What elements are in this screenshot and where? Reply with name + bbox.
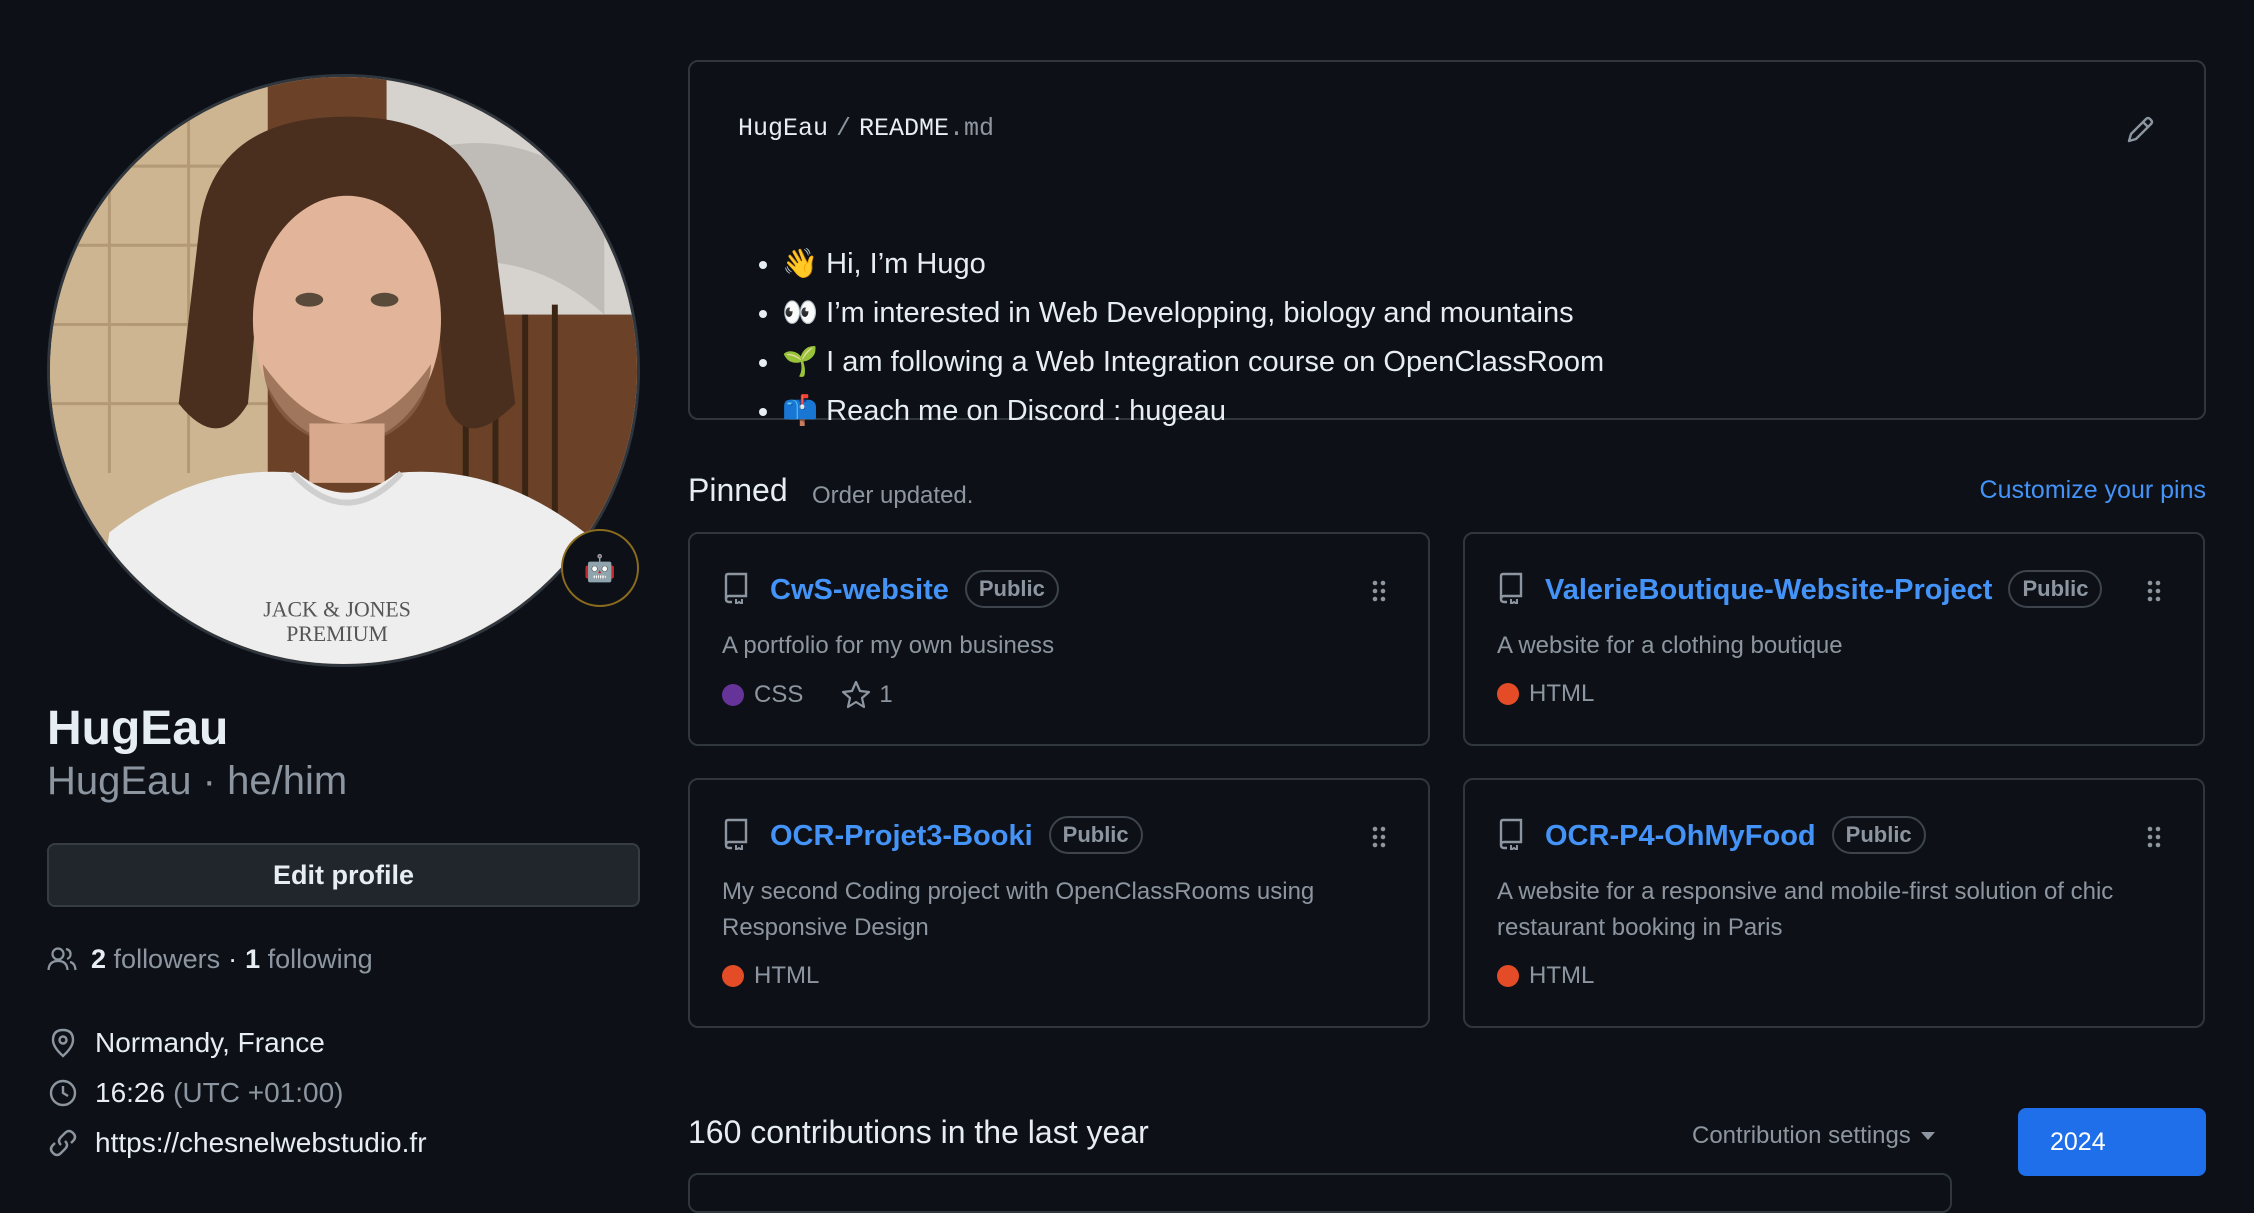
followers-count: 2 xyxy=(91,943,107,974)
robot-icon: 🤖 xyxy=(583,552,617,583)
repo-link[interactable]: OCR-Projet3-Booki xyxy=(770,820,1033,852)
edit-profile-button[interactable]: Edit profile xyxy=(47,843,640,907)
star-icon xyxy=(842,680,871,709)
language-color-dot xyxy=(1497,965,1519,987)
readme-item-interests: 👀 I’m interested in Web Developping, bio… xyxy=(782,289,1604,338)
location-pin-icon xyxy=(51,1028,75,1058)
readme-file-base[interactable]: README xyxy=(859,114,949,143)
website-link[interactable]: https://chesnelwebstudio.fr xyxy=(95,1127,427,1159)
pinned-repo-card: CwS-website Public A portfolio for my own… xyxy=(688,532,1430,746)
drag-handle-icon[interactable] xyxy=(1372,580,1386,602)
drag-handle-icon[interactable] xyxy=(1372,826,1386,848)
drag-handle-icon[interactable] xyxy=(2147,826,2161,848)
repo-link[interactable]: ValerieBoutique-Website-Project xyxy=(1545,574,1992,606)
readme-item-contact: 📫 Reach me on Discord : hugeau xyxy=(782,387,1604,436)
language-color-dot xyxy=(722,684,744,706)
profile-sidebar: JACK & JONES PREMIUM 🤖 HugEau HugEau · h… xyxy=(47,74,640,1168)
repo-meta: HTML xyxy=(1497,962,1594,990)
contribution-calendar xyxy=(688,1173,1952,1213)
profile-details: Normandy, France 16:26 (UTC +01:00) http… xyxy=(47,1018,640,1168)
contributions-title: 160 contributions in the last year xyxy=(688,1114,1149,1150)
repo-meta: HTML xyxy=(722,962,819,990)
local-time: 16:26 xyxy=(95,1077,166,1108)
stars-link[interactable]: 1 xyxy=(841,680,893,710)
repo-link[interactable]: OCR-P4-OhMyFood xyxy=(1545,820,1816,852)
readme-item-greeting: 👋 Hi, I’m Hugo xyxy=(782,240,1604,289)
repo-description: A website for a clothing boutique xyxy=(1497,632,1843,659)
repo-link[interactable]: CwS-website xyxy=(770,574,949,606)
readme-path: HugEau / README.md xyxy=(738,114,994,143)
visibility-badge: Public xyxy=(1048,816,1143,854)
profile-display-name: HugEau xyxy=(47,702,229,755)
avatar[interactable]: JACK & JONES PREMIUM xyxy=(47,74,640,667)
avatar-container: JACK & JONES PREMIUM 🤖 xyxy=(47,74,640,667)
edit-readme-button[interactable] xyxy=(2124,114,2156,151)
contribution-settings-dropdown[interactable]: Contribution settings xyxy=(1692,1122,1935,1150)
followers-link[interactable]: 2 followers xyxy=(91,944,220,975)
repo-language: CSS xyxy=(754,681,804,708)
repo-icon xyxy=(1499,818,1523,850)
readme-item-course: 🌱 I am following a Web Integration cours… xyxy=(782,338,1604,387)
repo-title-row: OCR-P4-OhMyFood Public xyxy=(1545,816,1926,854)
repo-language: HTML xyxy=(1529,962,1595,989)
link-icon xyxy=(49,1129,77,1157)
visibility-badge: Public xyxy=(2008,570,2103,608)
local-time-row: 16:26 (UTC +01:00) xyxy=(47,1068,640,1118)
repo-icon xyxy=(1499,572,1523,604)
website-row: https://chesnelwebstudio.fr xyxy=(47,1118,640,1168)
repo-title-row: OCR-Projet3-Booki Public xyxy=(770,816,1143,854)
location-row: Normandy, France xyxy=(47,1018,640,1068)
visibility-badge: Public xyxy=(964,570,1059,608)
profile-username: HugEau · he/him xyxy=(47,759,348,803)
pencil-icon xyxy=(2127,116,2154,143)
avatar-photo: JACK & JONES PREMIUM xyxy=(50,77,637,664)
contribution-settings-label: Contribution settings xyxy=(1692,1122,1911,1149)
following-count: 1 xyxy=(245,943,261,974)
drag-handle-icon[interactable] xyxy=(2147,580,2161,602)
repo-title-row: CwS-website Public xyxy=(770,570,1059,608)
repo-meta: CSS 1 xyxy=(722,680,893,710)
repo-language: HTML xyxy=(1529,680,1595,707)
readme-owner[interactable]: HugEau xyxy=(738,114,828,143)
pinned-status: Order updated. xyxy=(812,482,974,509)
repo-description: A website for a responsive and mobile-fi… xyxy=(1497,878,2114,941)
pinned-repo-card: ValerieBoutique-Website-Project Public A … xyxy=(1463,532,2205,746)
visibility-badge: Public xyxy=(1831,816,1926,854)
following-link[interactable]: 1 following xyxy=(245,944,373,975)
followers-label: followers xyxy=(113,943,221,974)
repo-description: A portfolio for my own business xyxy=(722,632,1055,659)
clock-icon xyxy=(49,1079,77,1107)
timezone: (UTC +01:00) xyxy=(173,1077,344,1108)
pinned-header: Pinned Order updated. Customize your pin… xyxy=(688,472,2206,516)
language-color-dot xyxy=(1497,683,1519,705)
repo-icon xyxy=(724,572,748,604)
readme-file-ext: .md xyxy=(949,114,995,143)
repo-language: HTML xyxy=(754,962,820,989)
chevron-down-icon xyxy=(1920,1132,1935,1140)
location-text: Normandy, France xyxy=(95,1027,325,1058)
repo-description: My second Coding project with OpenClassR… xyxy=(722,878,1315,941)
pinned-repo-card: OCR-P4-OhMyFood Public A website for a re… xyxy=(1463,778,2205,1028)
repo-meta: HTML xyxy=(1497,680,1594,708)
readme-list: 👋 Hi, I’m Hugo 👀 I’m interested in Web D… xyxy=(738,240,1604,436)
repo-icon xyxy=(724,818,748,850)
path-separator: / xyxy=(836,114,852,143)
follow-separator: · xyxy=(228,943,238,974)
pinned-title: Pinned xyxy=(688,472,788,508)
readme-card: HugEau /README.md 👋 Hi, I’m Hugo 👀 I’m in… xyxy=(688,60,2206,427)
star-count: 1 xyxy=(879,681,893,708)
follow-stats: 2 followers · 1 following xyxy=(47,942,640,976)
following-label: following xyxy=(267,943,373,974)
people-icon xyxy=(47,947,77,971)
svg-text:JACK & JONES: JACK & JONES xyxy=(263,597,411,621)
customize-pins-link[interactable]: Customize your pins xyxy=(1980,476,2206,505)
svg-text:PREMIUM: PREMIUM xyxy=(286,622,388,646)
year-2024-button[interactable]: 2024 xyxy=(2018,1108,2206,1176)
status-badge[interactable]: 🤖 xyxy=(561,529,639,607)
language-color-dot xyxy=(722,965,744,987)
repo-title-row: ValerieBoutique-Website-Project Public xyxy=(1545,570,2103,608)
pinned-repo-card: OCR-Projet3-Booki Public My second Coding… xyxy=(688,778,1430,1028)
